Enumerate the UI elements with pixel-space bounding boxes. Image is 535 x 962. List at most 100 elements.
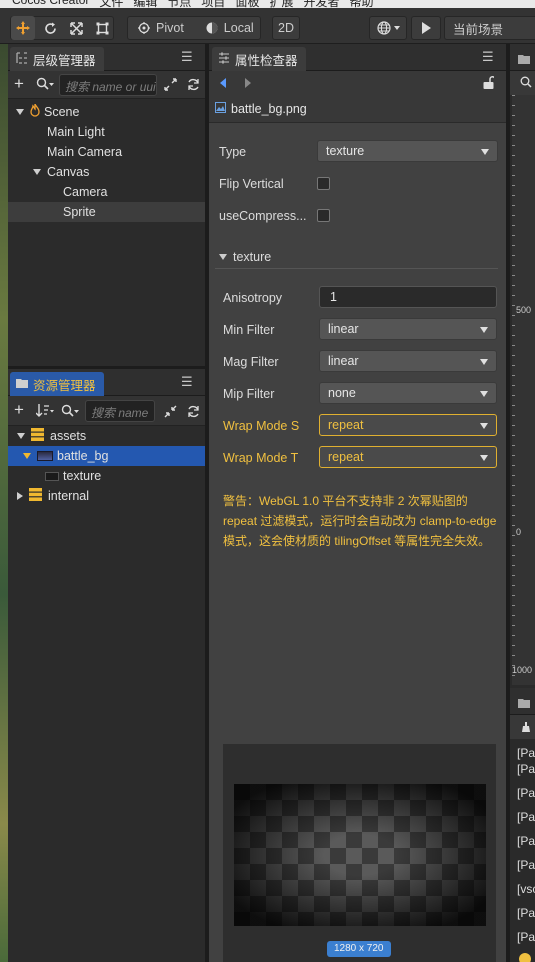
- texture-thumbnail-icon: [45, 471, 59, 481]
- type-select[interactable]: texture: [317, 140, 498, 162]
- menu-panel[interactable]: 面板: [235, 0, 259, 8]
- assets-menu-icon[interactable]: ☰: [181, 374, 193, 390]
- min-filter-select[interactable]: linear: [319, 318, 497, 340]
- unlock-icon[interactable]: [483, 76, 496, 92]
- asset-item-battle-bg[interactable]: battle_bg: [8, 446, 205, 466]
- tree-node-label: Camera: [63, 185, 108, 199]
- texture-section-header[interactable]: texture: [215, 245, 498, 269]
- wrap-mode-t-select[interactable]: repeat: [319, 446, 497, 468]
- wrap-mode-s-select[interactable]: repeat: [319, 414, 497, 436]
- mag-filter-select[interactable]: linear: [319, 350, 497, 372]
- rect-tool-button[interactable]: [90, 16, 114, 40]
- console-log-line: [Pa: [517, 930, 535, 944]
- forward-arrow-icon[interactable]: [245, 78, 251, 88]
- zoom-icon[interactable]: [520, 76, 532, 91]
- tab-assets[interactable]: 资源管理器: [10, 372, 104, 396]
- local-button[interactable]: Local: [206, 21, 254, 35]
- mip-filter-label: Mip Filter: [223, 387, 275, 401]
- texture-preview-image: [234, 784, 486, 926]
- scene-select-label: 当前场景: [453, 22, 504, 37]
- menu-developer[interactable]: 开发者: [303, 0, 339, 8]
- asset-item-assets[interactable]: assets: [8, 426, 205, 446]
- console-header: [510, 688, 535, 715]
- search-type-button[interactable]: [36, 77, 54, 94]
- use-compress-checkbox[interactable]: [317, 209, 330, 222]
- menu-file[interactable]: 文件: [99, 0, 123, 8]
- mode-2d-button[interactable]: 2D: [272, 16, 300, 40]
- asset-item-internal[interactable]: internal: [8, 486, 205, 506]
- menu-extension[interactable]: 扩展: [269, 0, 293, 8]
- sort-icon: [35, 404, 54, 421]
- add-asset-button[interactable]: +: [14, 400, 24, 420]
- scale-tool-button[interactable]: [64, 16, 88, 40]
- move-tool-button[interactable]: [11, 16, 35, 40]
- expand-caret-icon: [16, 109, 24, 115]
- inspector-menu-icon[interactable]: ☰: [482, 49, 494, 65]
- flip-vertical-checkbox[interactable]: [317, 177, 330, 190]
- console-log-line: [Pa: [517, 810, 535, 824]
- collapse-all-button[interactable]: [164, 405, 177, 421]
- tree-node-camera[interactable]: Camera: [8, 182, 205, 202]
- anisotropy-label: Anisotropy: [223, 291, 283, 305]
- ruler-label: 0: [516, 527, 522, 537]
- vignette-overlay: [234, 784, 486, 926]
- assets-search-input[interactable]: 搜索 name: [85, 400, 155, 422]
- expand-icon: [164, 78, 177, 94]
- mag-filter-label: Mag Filter: [223, 355, 279, 369]
- desktop-background: [0, 44, 8, 962]
- tab-hierarchy[interactable]: 层级管理器: [10, 47, 104, 71]
- database-icon: [31, 428, 44, 444]
- anisotropy-input[interactable]: 1: [319, 286, 497, 308]
- menu-app[interactable]: Cocos Creator: [12, 0, 89, 8]
- rotate-tool-button[interactable]: [38, 16, 62, 40]
- refresh-hierarchy-button[interactable]: [187, 78, 200, 94]
- asset-label: assets: [50, 429, 87, 443]
- platform-select-button[interactable]: [369, 16, 407, 40]
- asset-item-texture[interactable]: texture: [8, 466, 205, 486]
- menu-help[interactable]: 帮助: [349, 0, 373, 8]
- console-log-line: [Pa: [517, 746, 535, 760]
- expand-caret-icon: [23, 453, 31, 459]
- asset-label: texture: [63, 469, 102, 483]
- hierarchy-menu-icon[interactable]: ☰: [181, 49, 193, 65]
- refresh-assets-button[interactable]: [187, 405, 200, 421]
- tab-inspector[interactable]: 属性检查器: [212, 47, 306, 71]
- asset-label: internal: [48, 489, 89, 503]
- assets-title: 资源管理器: [33, 378, 96, 393]
- hierarchy-search-input[interactable]: 搜索 name or uuid: [59, 74, 157, 96]
- back-arrow-icon[interactable]: [220, 78, 226, 88]
- add-node-button[interactable]: +: [14, 74, 24, 94]
- mip-filter-select[interactable]: none: [319, 382, 497, 404]
- flip-vertical-label: Flip Vertical: [219, 177, 284, 191]
- tree-node-main-camera[interactable]: Main Camera: [8, 142, 205, 162]
- console-toolbar: [510, 715, 535, 739]
- pivot-button[interactable]: Pivot: [138, 21, 184, 35]
- sort-button[interactable]: [35, 404, 54, 421]
- menu-project[interactable]: 项目: [201, 0, 225, 8]
- expand-all-button[interactable]: [164, 78, 177, 94]
- play-button[interactable]: [411, 16, 441, 40]
- clear-icon[interactable]: [520, 721, 532, 736]
- main-toolbar: Pivot Local 2D 当前场景: [0, 8, 535, 44]
- tree-node-main-light[interactable]: Main Light: [8, 122, 205, 142]
- scene-viewport[interactable]: 500 0 1000: [512, 95, 535, 685]
- min-filter-label: Min Filter: [223, 323, 275, 337]
- menu-node[interactable]: 节点: [167, 0, 191, 8]
- console-log-line: [Pa: [517, 762, 535, 776]
- asset-search-type-button[interactable]: [61, 404, 79, 421]
- refresh-icon: [187, 405, 200, 421]
- hierarchy-search-placeholder: 搜索 name or uuid: [65, 80, 157, 94]
- mode-2d-label: 2D: [278, 21, 294, 35]
- tree-node-sprite[interactable]: Sprite: [8, 202, 205, 222]
- tree-node-canvas[interactable]: Canvas: [8, 162, 205, 182]
- anisotropy-value: 1: [330, 290, 337, 304]
- menu-edit[interactable]: 编辑: [133, 0, 157, 8]
- scene-select[interactable]: 当前场景: [444, 16, 535, 40]
- ruler-label: 1000: [512, 665, 533, 675]
- mip-filter-value: none: [328, 386, 356, 400]
- wrap-mode-s-label: Wrap Mode S: [223, 419, 300, 433]
- hierarchy-toolbar: + 搜索 name or uuid: [8, 71, 205, 99]
- local-label: Local: [223, 21, 254, 35]
- tree-node-scene[interactable]: Scene: [8, 102, 205, 122]
- tree-node-label: Main Camera: [47, 145, 123, 159]
